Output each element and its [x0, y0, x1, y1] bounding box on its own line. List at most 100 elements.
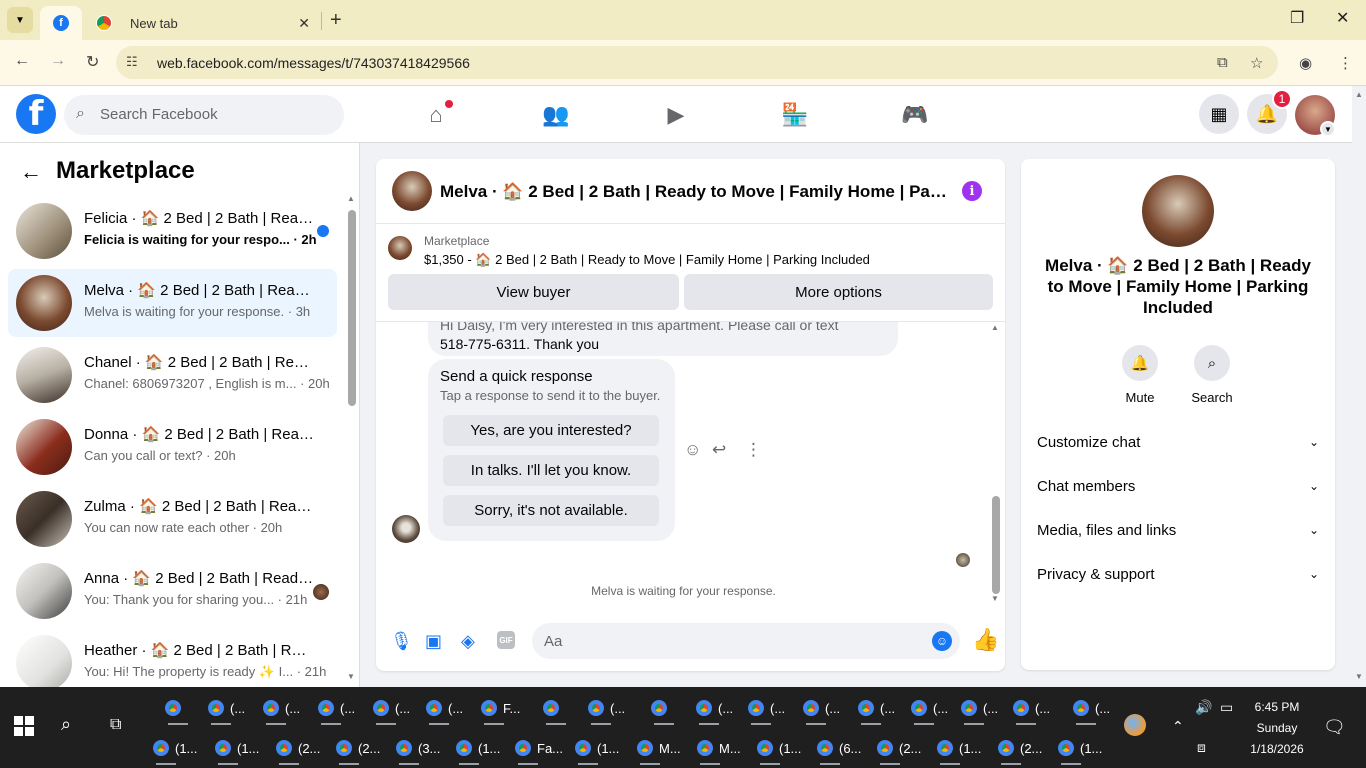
- search-icon[interactable]: ⌕: [61, 714, 71, 735]
- windows-start-icon[interactable]: [14, 716, 34, 736]
- taskbar-chrome-window[interactable]: [162, 693, 188, 725]
- tab-new-tab[interactable]: New tab ✕: [84, 6, 320, 40]
- restore-icon[interactable]: ❐: [1290, 8, 1304, 28]
- taskbar-chrome-window[interactable]: (1...: [212, 733, 259, 765]
- taskbar-chrome-window[interactable]: (...: [205, 693, 245, 725]
- conversation-item[interactable]: Zulma · 🏠 2 Bed | 2 Bath | Ready to Move…: [8, 485, 337, 553]
- weather-icon[interactable]: [1124, 714, 1146, 736]
- forward-icon[interactable]: →: [50, 52, 66, 70]
- taskbar-chrome-window[interactable]: [648, 693, 674, 725]
- sidebar-scrollbar[interactable]: ▲ ▼: [347, 194, 356, 681]
- taskbar-chrome-window[interactable]: (1...: [453, 733, 500, 765]
- video-icon[interactable]: ▶: [661, 100, 691, 130]
- taskbar-chrome-window[interactable]: Fa...: [512, 733, 563, 765]
- tab-search-button[interactable]: ▼: [7, 7, 33, 33]
- menu-grid-icon[interactable]: ▦: [1199, 94, 1239, 134]
- conversation-item[interactable]: Chanel · 🏠 2 Bed | 2 Bath | Ready to Mov…: [8, 341, 337, 409]
- more-actions-icon[interactable]: ⋮: [745, 440, 762, 460]
- taskbar-chrome-window[interactable]: (1...: [572, 733, 619, 765]
- taskbar-chrome-window[interactable]: (1...: [1055, 733, 1102, 765]
- marketplace-icon[interactable]: 🏪: [780, 100, 810, 130]
- chevron-up-icon[interactable]: ⌃: [1172, 718, 1184, 735]
- search-button[interactable]: ⌕ Search: [1182, 345, 1242, 405]
- taskbar-chrome-window[interactable]: (1...: [754, 733, 801, 765]
- back-icon[interactable]: ←: [14, 52, 30, 70]
- taskbar-chrome-window[interactable]: (1...: [150, 733, 197, 765]
- chat-scrollbar[interactable]: ▲ ▼: [990, 323, 1000, 606]
- volume-icon[interactable]: 🔊: [1195, 699, 1212, 716]
- scroll-up-icon[interactable]: ▲: [991, 323, 999, 332]
- taskbar-chrome-window[interactable]: (...: [745, 693, 785, 725]
- taskbar-chrome-window[interactable]: (2...: [333, 733, 380, 765]
- back-arrow-icon[interactable]: ←: [20, 159, 42, 185]
- taskbar-chrome-window[interactable]: (...: [958, 693, 998, 725]
- new-tab-button[interactable]: +: [330, 9, 342, 32]
- search-facebook[interactable]: ⌕ Search Facebook: [64, 95, 344, 135]
- install-app-icon[interactable]: ⧉: [1217, 54, 1228, 71]
- taskbar-chrome-window[interactable]: (...: [855, 693, 895, 725]
- taskbar-chrome-window[interactable]: [540, 693, 566, 725]
- taskbar-chrome-window[interactable]: (...: [585, 693, 625, 725]
- taskbar-chrome-window[interactable]: (6...: [814, 733, 861, 765]
- profile-icon[interactable]: ◉: [1299, 54, 1312, 72]
- listing-description[interactable]: $1,350 - 🏠 2 Bed | 2 Bath | Ready to Mov…: [424, 252, 870, 268]
- gaming-icon[interactable]: 🎮: [900, 100, 930, 130]
- microphone-icon[interactable]: 🎙: [390, 631, 413, 652]
- conversation-item[interactable]: Felicia · 🏠 2 Bed | 2 Bath | Ready to Mo…: [8, 197, 337, 265]
- site-info-icon[interactable]: ☷: [126, 54, 138, 70]
- incoming-message[interactable]: Hi Daisy, I'm very interested in this ap…: [428, 322, 898, 356]
- message-input[interactable]: [532, 623, 960, 659]
- kebab-menu-icon[interactable]: ⋮: [1338, 54, 1353, 72]
- mute-button[interactable]: 🔔 Mute: [1110, 345, 1170, 405]
- taskbar-chrome-window[interactable]: (...: [693, 693, 733, 725]
- conversation-item[interactable]: Donna · 🏠 2 Bed | 2 Bath | Ready to Move…: [8, 413, 337, 481]
- quick-response-option[interactable]: In talks. I'll let you know.: [443, 455, 659, 486]
- bookmark-star-icon[interactable]: ☆: [1250, 54, 1263, 72]
- chat-title[interactable]: Melva · 🏠 2 Bed | 2 Bath | Ready to Move…: [440, 182, 950, 202]
- taskbar-chrome-window[interactable]: (2...: [995, 733, 1042, 765]
- reply-icon[interactable]: ↩: [712, 440, 726, 460]
- taskbar-chrome-window[interactable]: F...: [478, 693, 520, 725]
- more-options-button[interactable]: More options: [684, 274, 993, 310]
- taskbar-chrome-window[interactable]: (...: [370, 693, 410, 725]
- chevron-down-icon[interactable]: ▼: [1320, 121, 1336, 137]
- taskbar-chrome-window[interactable]: (...: [1070, 693, 1110, 725]
- facebook-logo[interactable]: f: [16, 94, 56, 134]
- taskbar-chrome-window[interactable]: (...: [423, 693, 463, 725]
- scroll-thumb[interactable]: [992, 496, 1000, 594]
- url-field[interactable]: ☷ web.facebook.com/messages/t/7430374184…: [116, 46, 1278, 79]
- customize-chat-section[interactable]: Customize chat ⌄: [1037, 420, 1319, 464]
- photo-icon[interactable]: ▣: [425, 631, 442, 652]
- media-files-section[interactable]: Media, files and links ⌄: [1037, 508, 1319, 552]
- scroll-down-icon[interactable]: ▼: [991, 594, 999, 603]
- tab-facebook[interactable]: f: [40, 6, 82, 40]
- taskbar-chrome-window[interactable]: M...: [694, 733, 741, 765]
- scroll-down-icon[interactable]: ▼: [347, 672, 355, 681]
- scroll-up-icon[interactable]: ▲: [347, 194, 355, 203]
- scroll-thumb[interactable]: [348, 210, 356, 406]
- battery-icon[interactable]: ▭: [1220, 699, 1233, 716]
- emoji-icon[interactable]: ☺: [932, 631, 952, 651]
- privacy-support-section[interactable]: Privacy & support ⌄: [1037, 552, 1319, 596]
- taskbar-chrome-window[interactable]: (3...: [393, 733, 440, 765]
- conversation-item[interactable]: Anna · 🏠 2 Bed | 2 Bath | Ready to Move …: [8, 557, 337, 625]
- gif-icon[interactable]: GIF: [497, 631, 515, 649]
- view-buyer-button[interactable]: View buyer: [388, 274, 679, 310]
- chat-avatar[interactable]: [392, 171, 432, 211]
- sticker-icon[interactable]: ◈: [461, 631, 475, 652]
- notification-center-icon[interactable]: 🗨: [1323, 717, 1346, 738]
- taskbar-chrome-window[interactable]: (2...: [874, 733, 921, 765]
- friends-icon[interactable]: 👥: [541, 100, 571, 130]
- taskbar-chrome-window[interactable]: (...: [260, 693, 300, 725]
- taskbar-chrome-window[interactable]: (...: [315, 693, 355, 725]
- conversation-item-active[interactable]: Melva · 🏠 2 Bed | 2 Bath | Ready to Move…: [8, 269, 337, 337]
- scroll-up-icon[interactable]: ▲: [1355, 90, 1363, 99]
- taskbar-chrome-window[interactable]: (...: [1010, 693, 1050, 725]
- taskbar-chrome-window[interactable]: (...: [800, 693, 840, 725]
- taskbar-chrome-window[interactable]: (...: [908, 693, 948, 725]
- taskbar-chrome-window[interactable]: (1...: [934, 733, 981, 765]
- close-icon[interactable]: ✕: [298, 15, 310, 32]
- info-icon[interactable]: i: [962, 181, 982, 201]
- network-icon[interactable]: ⧈: [1197, 739, 1206, 756]
- task-view-icon[interactable]: ⧉: [110, 716, 121, 734]
